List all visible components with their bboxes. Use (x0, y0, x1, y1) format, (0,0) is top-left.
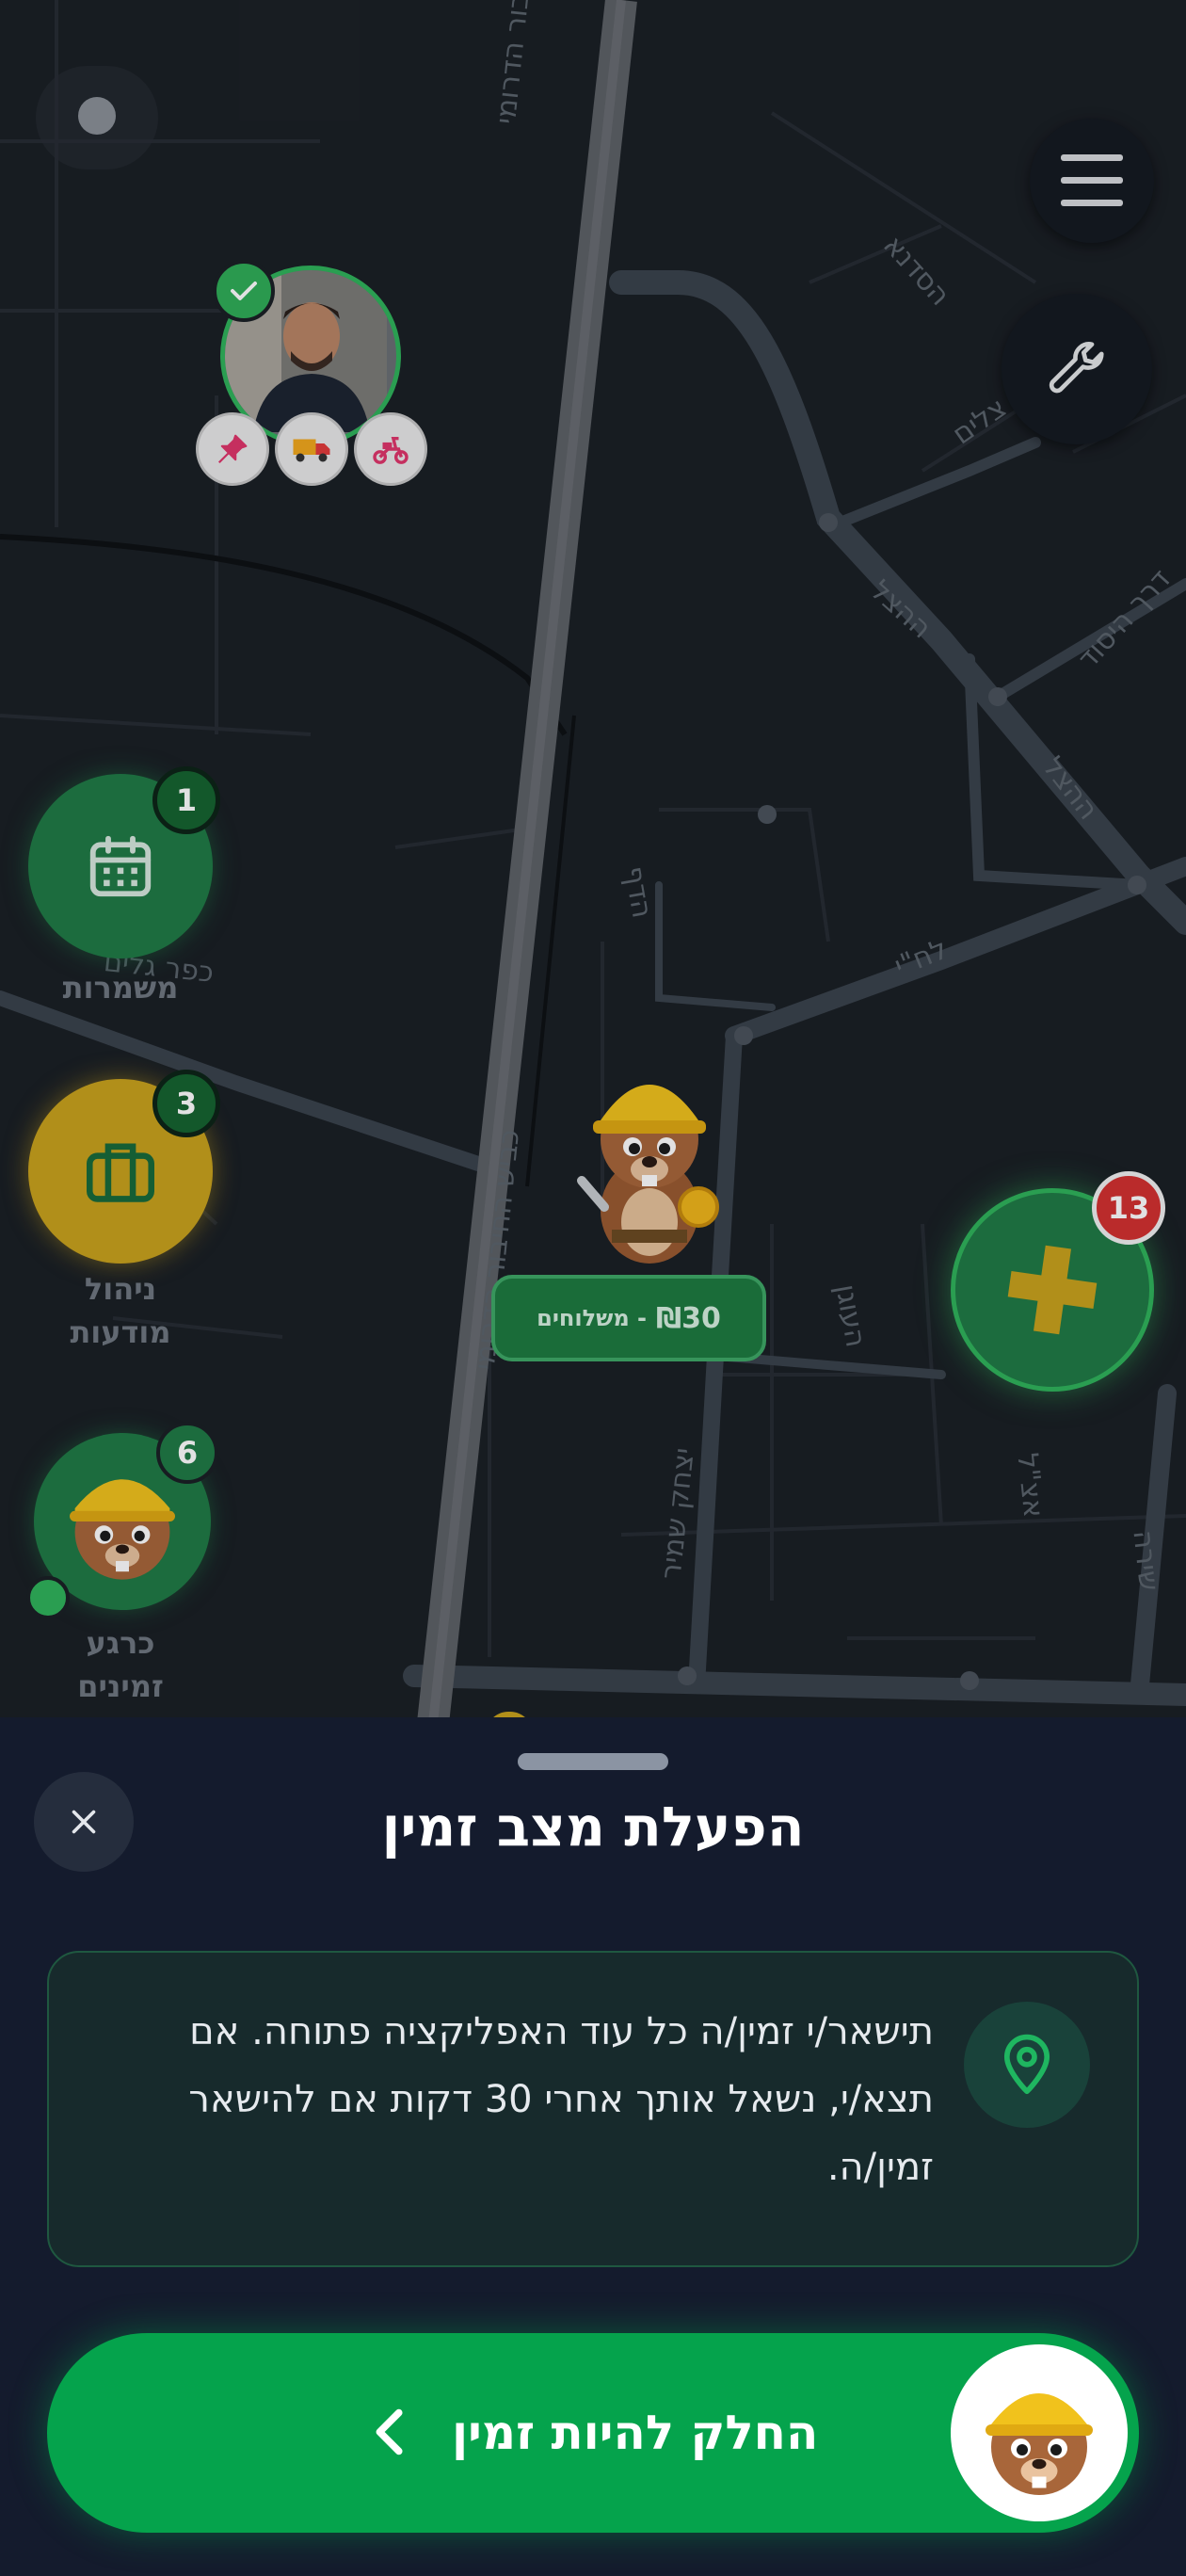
scooter-badge (354, 412, 427, 486)
pin-badge (196, 412, 269, 486)
info-icon-container (964, 2002, 1090, 2128)
job-marker[interactable] (555, 1049, 744, 1275)
online-dot (26, 1576, 70, 1619)
menu-button[interactable] (1030, 119, 1154, 243)
location-pin-icon (1003, 2034, 1050, 2095)
status-dot-icon (78, 97, 116, 135)
briefcase-icon (87, 1143, 154, 1202)
tools-button[interactable] (1002, 294, 1152, 444)
sheet-drag-handle[interactable] (518, 1753, 668, 1770)
truck-icon (293, 439, 330, 462)
truck-badge (275, 412, 348, 486)
slide-thumb[interactable] (951, 2344, 1128, 2521)
shifts-label: משמרות (62, 970, 179, 1006)
shifts-count-badge: 1 (152, 766, 220, 834)
job-price-suffix: - משלוחים (537, 1305, 648, 1331)
pin-icon (217, 434, 248, 464)
connection-status-indicator (36, 66, 158, 169)
slide-to-go-available[interactable]: החלק להיות זמין (47, 2333, 1139, 2533)
availability-bottom-sheet: הפעלת מצב זמין תישאר/י זמין/ה כל עוד האפ… (0, 1717, 1186, 2576)
job-price-amount: ₪30 (656, 1301, 721, 1335)
available-now-count-badge: 6 (156, 1422, 218, 1484)
available-now-label-line1: כרגע (86, 1625, 155, 1661)
plus-cluster-icon (1007, 1245, 1098, 1335)
verified-badge (213, 260, 275, 322)
cluster-count-badge: 13 (1092, 1171, 1165, 1245)
available-now-label-line2: זמינים (77, 1668, 164, 1704)
available-now-label: כרגע זמינים (9, 1621, 232, 1708)
manage-ads-label: ניהול מודעות (9, 1267, 232, 1354)
street-label: שירה (1126, 1528, 1166, 1593)
wrench-icon (1049, 342, 1104, 394)
sheet-title: הפעלת מצב זמין (381, 1795, 805, 1859)
hamburger-menu-icon (1061, 154, 1123, 206)
availability-info-card: תישאר/י זמין/ה כל עוד האפליקציה פתוחה. א… (47, 1951, 1139, 2267)
beaver-avatar-icon (986, 2393, 1093, 2495)
manage-ads-count-badge: 3 (152, 1070, 220, 1137)
job-price-pill[interactable]: ₪30 - משלוחים (491, 1275, 766, 1361)
chevron-left-icon (376, 2408, 403, 2455)
courier-avatar[interactable] (196, 260, 427, 486)
map-view[interactable]: כביש החיבור הדרומי הסדנא צלים דרך היסוד … (0, 0, 1186, 1723)
calendar-icon (89, 835, 152, 897)
manage-ads-label-line1: ניהול (84, 1271, 157, 1307)
scooter-icon (373, 436, 409, 464)
manage-ads-label-line2: מודעות (70, 1314, 171, 1350)
checkmark-icon (231, 282, 257, 300)
beaver-mascot-icon (577, 1085, 719, 1264)
street-label: אצ"ל (1010, 1451, 1050, 1520)
availability-info-text: תישאר/י זמין/ה כל עוד האפליקציה פתוחה. א… (188, 2010, 934, 2189)
slide-label: החלק להיות זמין (452, 2406, 819, 2460)
